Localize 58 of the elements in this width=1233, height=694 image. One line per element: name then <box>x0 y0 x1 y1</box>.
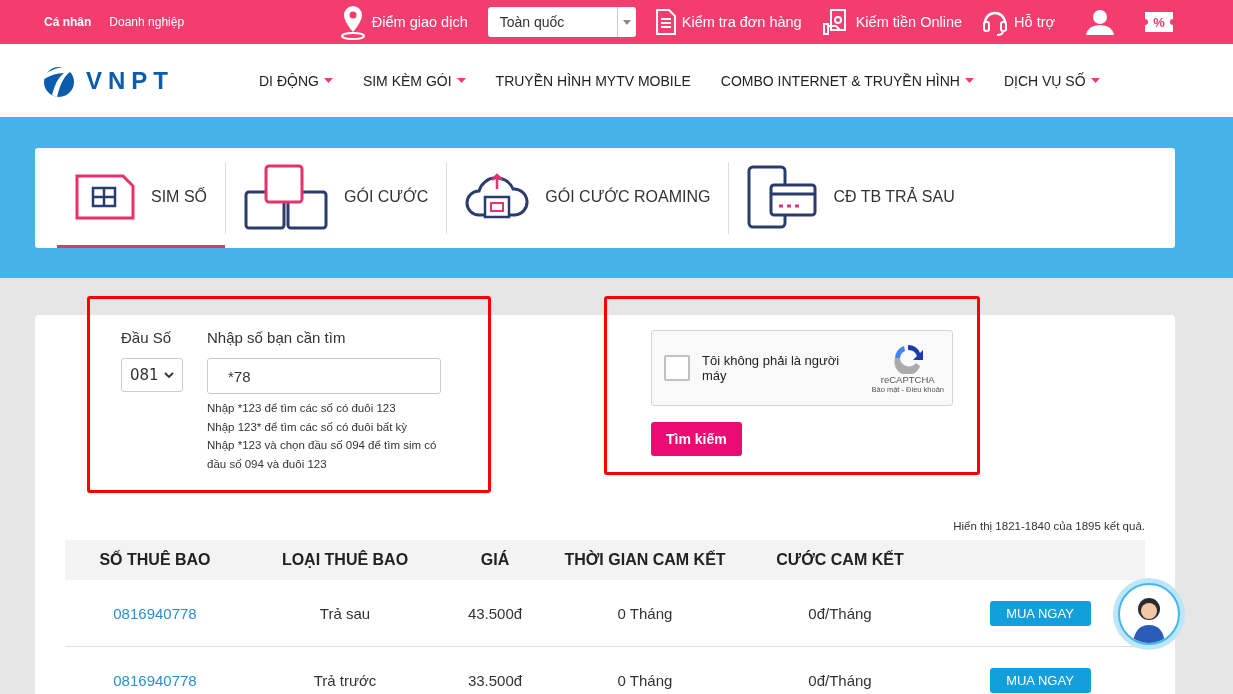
top-link[interactable]: Kiếm tiền Online <box>821 8 963 36</box>
column-header: THỜI GIAN CAM KẾT <box>563 551 727 569</box>
hint-text: Nhập *123 để tìm các số có đuôi 123 <box>207 401 397 416</box>
search-button[interactable]: Tìm kiếm <box>651 422 742 456</box>
table-cell-text: 33.500đ <box>466 671 524 689</box>
discount-ticket-icon[interactable]: % <box>1145 12 1173 32</box>
hint-text: Nhập *123 và chọn đầu số 094 để tìm sim có đầu số 094 và đuôi 123 <box>207 438 438 472</box>
phone-card-icon <box>747 164 818 229</box>
table-cell-text: Trả sau <box>318 604 372 622</box>
table-cell-text: 0đ/Tháng <box>807 671 873 689</box>
column-header: CƯỚC CAM KẾT <box>775 551 905 569</box>
table-cell-text: 0đ/Tháng <box>807 604 873 622</box>
top-link[interactable]: Hỗ trợ <box>982 7 1055 37</box>
boxes-icon <box>244 163 328 230</box>
caret-icon <box>1090 78 1100 83</box>
caret-icon <box>964 78 974 83</box>
phone-number-link[interactable]: 0816940778 <box>65 604 245 622</box>
captcha-checkbox[interactable] <box>664 355 690 381</box>
top-link[interactable]: Kiểm tra đơn hàng <box>655 9 802 35</box>
phone-number-link[interactable]: 0816940778 <box>65 671 245 689</box>
captcha-label: Tôi không phải là người máy <box>702 353 841 383</box>
location-link[interactable]: Điểm giao dịch <box>339 4 468 40</box>
service-tab[interactable]: SIM SỐ <box>57 148 225 248</box>
document-icon <box>655 9 676 35</box>
caret-icon <box>456 78 466 83</box>
region-select[interactable]: Toàn quốc <box>487 7 636 37</box>
table-cell-text: 43.500đ <box>466 604 524 622</box>
caret-icon <box>622 19 631 25</box>
table-cell-text: Trả trước <box>312 671 378 689</box>
map-pin-icon <box>339 4 366 40</box>
logo-text: VNPT <box>86 66 174 95</box>
nav-item[interactable]: DỊCH VỤ SỐ <box>1003 72 1100 89</box>
hint-text: Nhập 123* để tìm các số có đuôi bất kỳ <box>207 419 409 435</box>
results-summary: Hiển thị 1821-1840 của 1895 kết quả. <box>953 520 1145 532</box>
service-tab[interactable]: CĐ TB TRẢ SAU <box>729 148 973 248</box>
service-tab[interactable]: GÓI CƯỚC ROAMING <box>447 148 729 248</box>
segment-link[interactable]: Cá nhân <box>44 15 92 29</box>
field-label: Nhập số bạn cần tìm <box>207 329 346 346</box>
segment-link[interactable]: Doanh nghiệp <box>109 15 185 29</box>
nav-item[interactable]: DI ĐỘNG <box>259 72 333 89</box>
column-header: LOẠI THUÊ BAO <box>280 551 410 569</box>
nav-item[interactable]: COMBO INTERNET & TRUYỀN HÌNH <box>720 72 974 89</box>
sim-card-icon <box>75 173 135 220</box>
field-label: Đầu Số <box>121 329 172 346</box>
column-header: GIÁ <box>479 551 511 569</box>
nav-item[interactable]: TRUYỀN HÌNH MYTV MOBILE <box>495 72 691 89</box>
column-header: SỐ THUÊ BAO <box>98 551 212 569</box>
nav-item[interactable]: SIM KÈM GÓI <box>362 72 466 89</box>
table-cell-text: 0 Tháng <box>616 604 674 622</box>
user-icon[interactable] <box>1085 9 1115 35</box>
recaptcha-logo-icon <box>891 342 924 374</box>
table-cell-text: 0 Tháng <box>616 671 674 689</box>
chevron-down-icon <box>164 372 174 378</box>
caret-icon <box>323 78 333 83</box>
number-input[interactable]: *78 <box>207 358 441 394</box>
service-tab[interactable]: GÓI CƯỚC <box>226 148 447 248</box>
recaptcha-brand: reCAPTCHA <box>880 374 935 385</box>
prefix-select[interactable]: 081 <box>121 358 183 392</box>
